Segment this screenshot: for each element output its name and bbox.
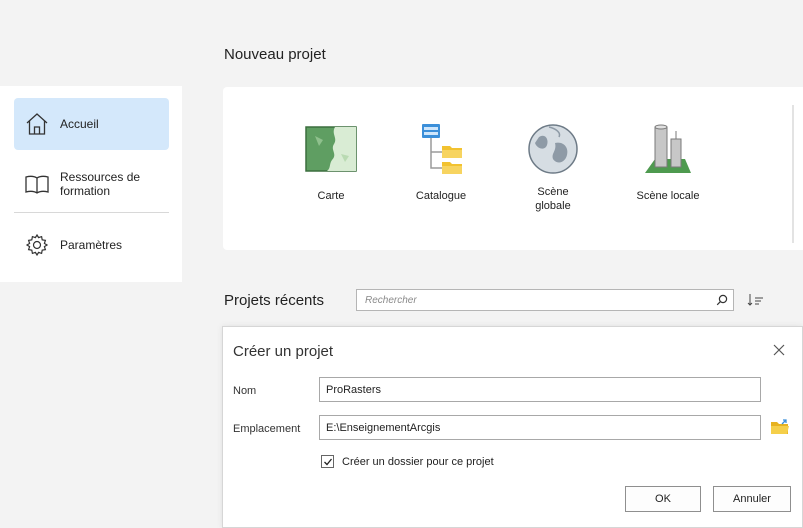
template-gallery: Carte Catalogue Scène globale Scène loca… — [223, 87, 803, 250]
sort-icon[interactable] — [745, 291, 767, 309]
template-map[interactable]: Carte — [281, 119, 381, 203]
sidebar-item-label: Paramètres — [60, 238, 123, 252]
create-project-dialog: Créer un projet Nom Emplacement Créer un… — [222, 326, 803, 528]
home-icon — [22, 109, 52, 139]
sidebar: Accueil Ressources de formation Paramètr… — [0, 86, 182, 282]
map-icon — [301, 119, 361, 179]
template-local-scene[interactable]: Scène locale — [618, 119, 718, 203]
template-label: Catalogue — [415, 190, 467, 202]
new-project-heading: Nouveau projet — [224, 46, 326, 63]
dialog-title: Créer un projet — [233, 343, 334, 360]
template-global-scene[interactable]: Scène globale — [503, 119, 603, 213]
search-icon[interactable] — [711, 290, 733, 310]
search-input[interactable] — [357, 290, 711, 310]
book-icon — [22, 169, 52, 199]
create-folder-label: Créer un dossier pour ce projet — [342, 455, 494, 468]
name-label: Nom — [233, 385, 257, 397]
close-icon[interactable] — [770, 341, 788, 359]
gallery-scroll-edge — [792, 105, 794, 243]
location-field[interactable] — [319, 415, 761, 440]
create-folder-checkbox[interactable] — [321, 455, 334, 468]
gear-icon — [22, 230, 52, 260]
browse-folder-icon[interactable] — [769, 417, 791, 437]
create-folder-checkbox-row[interactable]: Créer un dossier pour ce projet — [321, 455, 494, 468]
name-field[interactable] — [319, 377, 761, 402]
template-label: Scène globale — [535, 186, 571, 212]
sidebar-item-learning[interactable]: Ressources de formation — [14, 160, 169, 208]
search-box — [356, 289, 734, 311]
template-catalog[interactable]: Catalogue — [391, 119, 491, 203]
location-label: Emplacement — [233, 423, 301, 435]
sidebar-item-home[interactable]: Accueil — [14, 98, 169, 150]
catalog-icon — [411, 119, 471, 179]
ok-button[interactable]: OK — [625, 486, 701, 512]
template-label: Carte — [317, 190, 345, 202]
recent-projects-heading: Projets récents — [224, 292, 325, 309]
globe-icon — [523, 119, 583, 179]
local-scene-icon — [638, 119, 698, 179]
sidebar-item-label: Accueil — [60, 117, 99, 131]
template-label: Scène locale — [636, 190, 700, 202]
sidebar-item-settings[interactable]: Paramètres — [14, 224, 169, 266]
sidebar-item-label: Ressources de formation — [60, 170, 141, 198]
cancel-button[interactable]: Annuler — [713, 486, 791, 512]
sidebar-divider — [14, 212, 169, 213]
